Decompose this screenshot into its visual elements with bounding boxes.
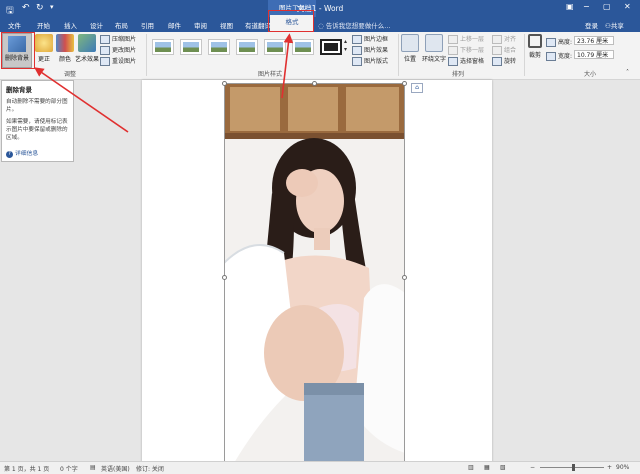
page-count[interactable]: 第 1 页，共 1 页 — [4, 464, 49, 473]
word-count[interactable]: 0 个字 — [60, 464, 78, 473]
proofing-icon[interactable]: ▤ — [90, 464, 96, 471]
arrow-to-remove-background — [34, 67, 129, 133]
print-layout-icon[interactable]: ▦ — [484, 464, 490, 471]
web-layout-icon[interactable]: ▧ — [500, 464, 506, 471]
language[interactable]: 英语(美国) — [101, 464, 130, 473]
status-bar: 第 1 页，共 1 页 0 个字 ▤ 英语(美国) 修订: 关闭 ▥ ▦ ▧ −… — [0, 461, 640, 474]
zoom-slider-thumb[interactable] — [572, 464, 575, 471]
zoom-in-icon[interactable]: + — [607, 464, 612, 471]
zoom-level[interactable]: 90% — [616, 464, 629, 471]
track-changes-status[interactable]: 修订: 关闭 — [136, 464, 164, 473]
zoom-out-icon[interactable]: − — [530, 464, 535, 471]
read-mode-icon[interactable]: ▥ — [468, 464, 474, 471]
annotation-arrows — [34, 33, 294, 133]
arrow-to-format-tab — [281, 33, 294, 99]
